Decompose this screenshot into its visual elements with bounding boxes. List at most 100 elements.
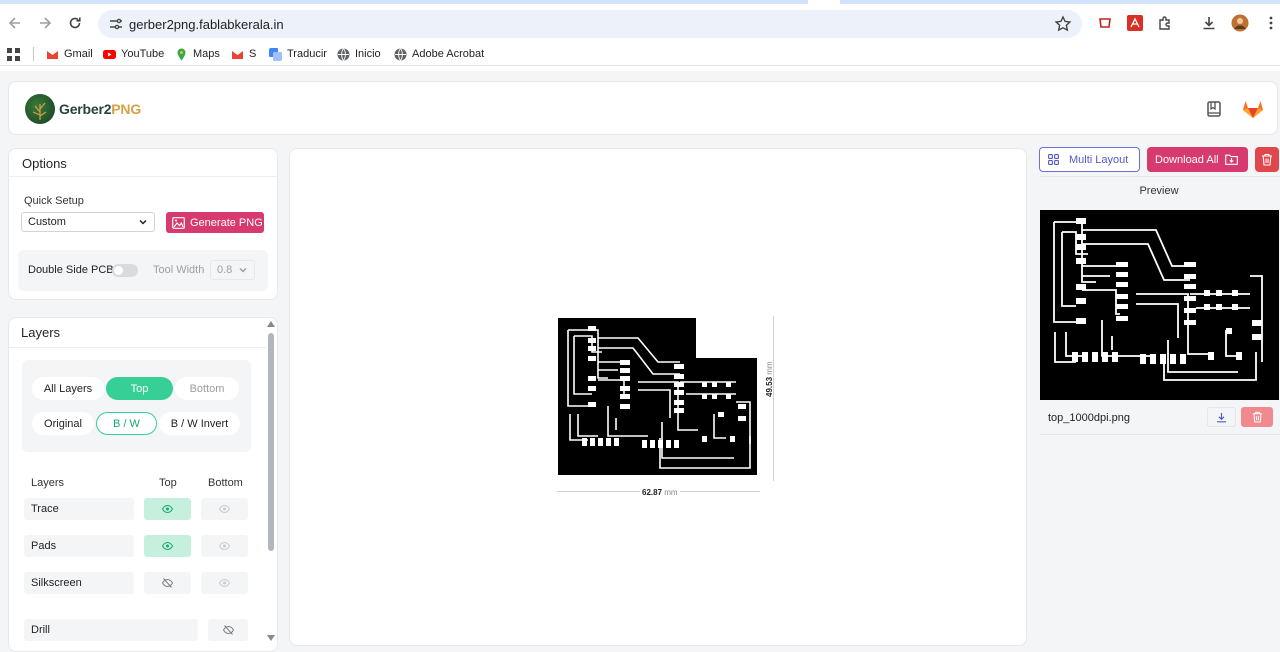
mode-label: Original [44, 417, 82, 430]
forward-icon[interactable] [34, 12, 56, 34]
bookmark-youtube[interactable]: YouTube [103, 46, 164, 62]
bookmark-star-icon[interactable] [1054, 15, 1072, 33]
trash-icon [1252, 411, 1262, 423]
bookmark-label: S [249, 48, 257, 60]
eye-icon [219, 505, 230, 513]
layer-row-pads: Pads [24, 535, 134, 557]
browser-menu-icon[interactable] [1262, 14, 1280, 32]
bookmark-label: YouTube [121, 48, 165, 60]
pcb-canvas[interactable]: 49.53 mm 62.87 mm [289, 148, 1027, 646]
tool-width-select[interactable]: 0.8 [210, 260, 255, 280]
chevron-down-icon [139, 219, 147, 225]
quick-setup-select[interactable]: Custom [21, 212, 155, 232]
documentation-book-icon[interactable] [1203, 98, 1225, 120]
site-settings-icon[interactable] [108, 16, 124, 32]
layers-divider [8, 347, 266, 348]
url-text[interactable]: gerber2png.fablabkerala.in [129, 17, 284, 32]
silkscreen-top-visibility[interactable] [144, 572, 191, 594]
app-root: Gerber2PNG Options Quick Setup Custom Ge… [0, 71, 1280, 652]
scroll-down-icon[interactable] [267, 635, 275, 641]
tab-top[interactable]: Top [106, 377, 173, 400]
app-logo-text[interactable]: Gerber2PNG [59, 101, 141, 117]
pcb-preview-image [1053, 218, 1263, 381]
drill-visibility[interactable] [208, 619, 248, 641]
eye-icon [162, 505, 173, 513]
globe-icon [394, 47, 407, 61]
reload-icon[interactable] [64, 12, 86, 34]
tab-bottom[interactable]: Bottom [175, 377, 239, 400]
extension-shield-icon[interactable] [1096, 14, 1114, 32]
preview-image[interactable] [1040, 210, 1279, 400]
pads-bottom-visibility [201, 535, 248, 557]
pads-top-visibility[interactable] [144, 535, 191, 557]
double-side-toggle[interactable] [112, 264, 138, 277]
trash-icon [1262, 153, 1272, 166]
height-dimension-label: 49.53 mm [765, 361, 774, 397]
download-all-button[interactable]: Download All [1147, 147, 1248, 172]
profile-avatar[interactable] [1231, 14, 1249, 32]
bookmark-gmail[interactable]: Gmail [46, 46, 93, 62]
gmail-icon [47, 50, 58, 59]
gerber2png-logo-icon[interactable] [25, 94, 55, 124]
generate-png-button[interactable]: Generate PNG [166, 212, 264, 233]
image-icon [172, 216, 185, 229]
extensions-puzzle-icon[interactable] [1156, 14, 1174, 32]
layer-row-trace: Trace [24, 498, 134, 520]
multi-layout-button[interactable]: Multi Layout [1039, 147, 1140, 172]
trace-top-visibility[interactable] [144, 498, 191, 520]
bookmark-adobe-acrobat[interactable]: Adobe Acrobat [394, 46, 484, 62]
download-file-button[interactable] [1207, 407, 1236, 427]
file-row: top_1000dpi.png [1040, 404, 1278, 436]
layers-scroll-thumb[interactable] [268, 333, 274, 551]
pcb-render-image [558, 318, 757, 475]
delete-all-button[interactable] [1255, 147, 1279, 172]
bookmarks-bar: Gmail YouTube Maps S Traducir Inicio Ado… [0, 42, 1280, 66]
mode-bw[interactable]: B / W [96, 412, 157, 435]
bookmark-label: Gmail [64, 48, 93, 60]
layer-row-drill: Drill [24, 619, 198, 641]
downloads-icon[interactable] [1200, 14, 1218, 32]
right-panel-divider [1040, 176, 1280, 177]
tab-label: All Layers [43, 382, 93, 395]
tab-all-layers[interactable]: All Layers [32, 377, 104, 400]
preview-title: Preview [1139, 185, 1179, 197]
quick-setup-value: Custom [28, 216, 66, 228]
mode-bw-invert[interactable]: B / W Invert [159, 412, 240, 435]
grid-icon [1048, 154, 1059, 165]
bookmark-traducir[interactable]: Traducir [269, 46, 327, 62]
mode-label: B / W Invert [170, 417, 229, 430]
bookmark-inicio[interactable]: Inicio [337, 46, 381, 62]
col-header-bottom: Bottom [208, 477, 243, 489]
width-value: 62.87 [642, 488, 663, 497]
file-name: top_1000dpi.png [1048, 412, 1130, 424]
trace-bottom-visibility [201, 498, 248, 520]
gitlab-icon[interactable] [1242, 98, 1264, 120]
multi-layout-label: Multi Layout [1069, 153, 1129, 166]
globe-icon [337, 47, 350, 61]
download-icon [1217, 412, 1226, 422]
browser-toolbar: gerber2png.fablabkerala.in [0, 4, 1280, 42]
folder-download-icon [1224, 154, 1238, 165]
bookmark-label: Adobe Acrobat [412, 48, 485, 60]
extension-acrobat-icon[interactable] [1126, 14, 1144, 32]
mode-label: B / W [113, 417, 140, 430]
translate-icon [269, 47, 282, 61]
bookmark-label: Maps [193, 48, 220, 60]
col-header-top: Top [159, 477, 177, 489]
apps-grid-icon[interactable] [7, 46, 20, 62]
app-header: Gerber2PNG [8, 81, 1278, 135]
bookmark-maps[interactable]: Maps [175, 46, 220, 62]
layer-view-box [22, 360, 251, 452]
bookmark-s[interactable]: S [231, 46, 256, 62]
gmail-icon [232, 50, 243, 59]
delete-file-button[interactable] [1241, 407, 1273, 427]
tool-width-label: Tool Width [153, 264, 205, 276]
address-bar[interactable]: gerber2png.fablabkerala.in [98, 10, 1082, 38]
height-value: 49.53 [765, 376, 774, 397]
tab-label: Top [130, 382, 149, 395]
tool-width-value: 0.8 [217, 264, 233, 276]
logo-name: Gerber2 [59, 101, 112, 117]
scroll-up-icon[interactable] [267, 321, 275, 327]
mode-original[interactable]: Original [32, 412, 94, 435]
back-icon[interactable] [4, 12, 26, 34]
